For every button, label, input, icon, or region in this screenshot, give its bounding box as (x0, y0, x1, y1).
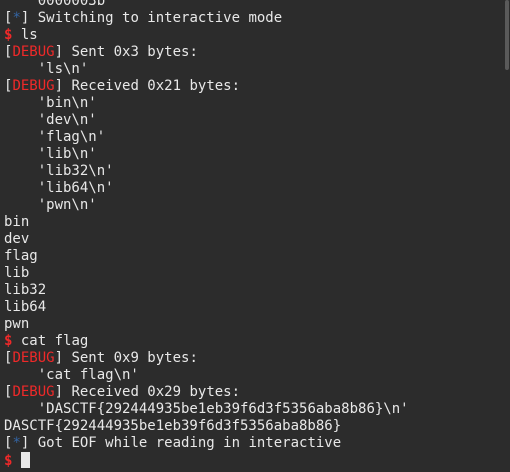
terminal-line-debug: [DEBUG] Received 0x29 bytes: (4, 384, 241, 400)
debug-tag: DEBUG (12, 384, 55, 400)
terminal-line-payload: 'dev\n' (4, 112, 97, 129)
debug-tag: DEBUG (12, 350, 55, 366)
scrollbar[interactable] (504, 0, 510, 472)
output-text: pwn (4, 316, 30, 332)
terminal-line-output: lib64 (4, 299, 46, 316)
payload-text: 'flag\n' (37, 129, 106, 145)
terminal-line-payload: 'lib32\n' (4, 163, 114, 180)
hex-dump-text: 0000003b (37, 0, 106, 9)
terminal-line-debug: [DEBUG] Sent 0x9 bytes: (4, 350, 198, 366)
terminal-line-payload: 'flag\n' (4, 129, 105, 146)
terminal-line-info: [*] Got EOF while reading in interactive (4, 435, 342, 451)
terminal-line-payload: 'pwn\n' (4, 197, 97, 214)
info-star-tag: * (12, 435, 21, 451)
payload-text: 'DASCTF{292444935be1eb39f6d3f5356aba8b86… (37, 401, 409, 417)
terminal-line-output: bin (4, 214, 29, 231)
payload-text: 'dev\n' (37, 112, 97, 128)
debug-text: Received 0x29 bytes: (71, 384, 241, 400)
output-text: dev (4, 231, 30, 247)
terminal-line-output: pwn (4, 316, 29, 333)
debug-tag: DEBUG (12, 78, 55, 94)
terminal-line-payload: 'cat flag\n' (4, 367, 139, 384)
output-text: lib32 (4, 282, 47, 298)
terminal-line-payload: 'lib\n' (4, 146, 97, 163)
payload-text: 'lib32\n' (37, 163, 114, 179)
terminal-line-output: flag (4, 248, 38, 265)
command-text: ls (20, 27, 38, 43)
payload-text: 'bin\n' (37, 95, 97, 111)
payload-text: 'lib\n' (37, 146, 97, 162)
payload-text: 'cat flag\n' (37, 367, 139, 383)
terminal-line-payload: 'ls\n' (4, 61, 89, 78)
terminal-line-payload: 'lib64\n' (4, 180, 114, 197)
payload-text: 'pwn\n' (37, 197, 97, 213)
debug-text: Sent 0x3 bytes: (71, 44, 198, 60)
command-text: cat flag (20, 333, 89, 349)
text-cursor[interactable] (20, 452, 30, 468)
info-text: Switching to interactive mode (37, 10, 283, 26)
output-text: bin (4, 214, 30, 230)
debug-text: Sent 0x9 bytes: (71, 350, 198, 366)
terminal-line-payload: 'DASCTF{292444935be1eb39f6d3f5356aba8b86… (4, 401, 409, 418)
output-text: flag (4, 248, 38, 264)
info-text: Got EOF while reading in interactive (37, 435, 342, 451)
terminal-line-debug: [DEBUG] Received 0x21 bytes: (4, 78, 241, 94)
terminal-line-command: $ ls (4, 27, 38, 44)
terminal-line-output: dev (4, 231, 29, 248)
terminal-line-prompt: $ (4, 452, 30, 469)
debug-tag: DEBUG (12, 44, 55, 60)
scrollbar-thumb[interactable] (505, 0, 509, 70)
terminal-line-output: DASCTF{292444935be1eb39f6d3f5356aba8b86} (4, 418, 341, 435)
terminal-line-debug: [DEBUG] Sent 0x3 bytes: (4, 44, 198, 60)
terminal-line-output: lib (4, 265, 29, 282)
terminal-window[interactable]: 0000003b [*] Switching to interactive mo… (0, 0, 510, 472)
payload-text: 'lib64\n' (37, 180, 114, 196)
prompt-symbol: $ (4, 333, 13, 349)
output-text: lib64 (4, 299, 47, 315)
terminal-line-command: $ cat flag (4, 333, 88, 350)
prompt-symbol: $ (4, 27, 13, 43)
payload-text: 'ls\n' (37, 61, 89, 77)
prompt-symbol: $ (4, 453, 13, 469)
output-text: lib (4, 265, 30, 281)
terminal-line-output: lib32 (4, 282, 46, 299)
terminal-line-payload: 'bin\n' (4, 95, 97, 112)
terminal-line-info: [*] Switching to interactive mode (4, 10, 283, 26)
flag-output-text: DASCTF{292444935be1eb39f6d3f5356aba8b86} (4, 418, 342, 434)
debug-text: Received 0x21 bytes: (71, 78, 241, 94)
info-star-tag: * (12, 10, 21, 26)
terminal-line-partial-hex: 0000003b (4, 0, 105, 10)
